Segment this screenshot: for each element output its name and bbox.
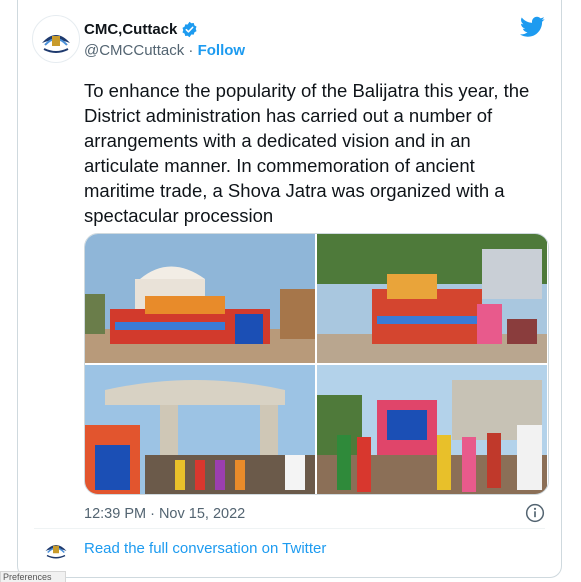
twitter-bird-icon[interactable] <box>520 16 545 38</box>
follow-button[interactable]: Follow <box>198 42 246 59</box>
cmc-logo-icon <box>41 533 71 563</box>
author-name-row: CMC,Cuttack <box>84 21 198 38</box>
media-grid <box>84 233 549 495</box>
cmc-logo-icon <box>37 20 75 58</box>
tweet-text: To enhance the popularity of the Balijat… <box>84 80 530 226</box>
author-name[interactable]: CMC,Cuttack <box>84 21 177 38</box>
divider <box>34 528 545 529</box>
reply-avatar[interactable] <box>40 532 72 564</box>
author-handle-row: @CMCCuttack · Follow <box>84 42 245 59</box>
info-icon[interactable] <box>525 503 545 523</box>
photo-2[interactable] <box>317 234 547 363</box>
photo-3[interactable] <box>85 365 315 494</box>
tweet-card: CMC,Cuttack @CMCCuttack · Follow To enha… <box>17 0 562 578</box>
author-avatar[interactable] <box>32 15 80 63</box>
read-conversation-link[interactable]: Read the full conversation on Twitter <box>84 540 326 557</box>
separator: · <box>184 42 198 59</box>
tweet-timestamp[interactable]: 12:39 PM · Nov 15, 2022 <box>84 506 245 522</box>
photo-4[interactable] <box>317 365 547 494</box>
corner-tab[interactable]: Preferences <box>0 571 66 582</box>
author-handle[interactable]: @CMCCuttack <box>84 42 184 59</box>
verified-badge-icon <box>182 21 197 38</box>
photo-1[interactable] <box>85 234 315 363</box>
